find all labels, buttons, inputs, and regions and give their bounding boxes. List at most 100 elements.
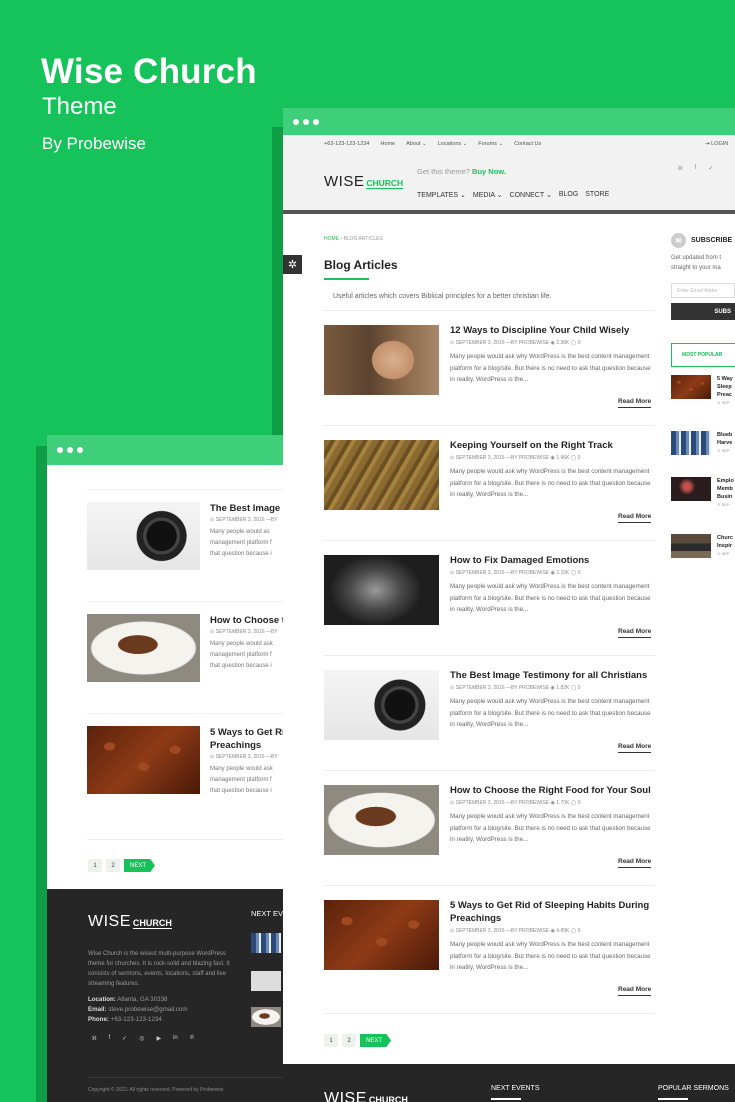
breadcrumb-home[interactable]: HOME — [324, 236, 339, 242]
popular-title-line[interactable]: Inspir — [717, 542, 733, 550]
post-title[interactable]: 12 Ways to Discipline Your Child Wisely — [450, 324, 655, 337]
facebook-icon[interactable]: f — [108, 1035, 110, 1042]
popular-item[interactable]: Emplo Memb Busin ⊙ SEP — [671, 477, 735, 509]
event-thumbnail[interactable] — [251, 1007, 281, 1027]
page-2-button[interactable]: 2 — [342, 1034, 356, 1047]
post-excerpt-line: that question because i — [210, 551, 272, 557]
popular-title-line[interactable]: Busin — [717, 493, 734, 501]
popular-thumbnail[interactable] — [671, 534, 711, 558]
post-thumbnail[interactable] — [324, 670, 439, 740]
popular-title-line[interactable]: Blueb — [717, 431, 732, 439]
topbar-link-forums[interactable]: Forums ⌄ — [478, 141, 503, 147]
event-thumbnail[interactable] — [251, 933, 281, 953]
logo-wise-text: WISE — [324, 173, 365, 190]
post-title[interactable]: 5 Ways to Get Rid of Sleeping Habits Dur… — [450, 899, 655, 925]
post-thumbnail[interactable] — [324, 900, 439, 970]
back-post-list: The Best Image T ⊙ SEPTEMBER 3, 2016 —BY… — [47, 465, 297, 889]
popular-title-line[interactable]: 5 Way — [717, 375, 733, 383]
post-meta: ⊙ SEPTEMBER 3, 2016 —BY PROBEWISE ◉ 2.30… — [450, 340, 581, 346]
popular-item[interactable]: 5 Way Sleep Preac ⊙ SEP — [671, 375, 735, 407]
read-more-link[interactable]: Read More — [618, 628, 652, 638]
event-thumbnail[interactable] — [251, 971, 281, 991]
next-page-button[interactable]: NEXT — [360, 1034, 392, 1047]
read-more-link[interactable]: Read More — [618, 398, 652, 408]
popular-title-line[interactable]: Churc — [717, 534, 733, 542]
nav-templates[interactable]: TEMPLATES ⌄ — [417, 191, 466, 199]
next-page-button[interactable]: NEXT — [124, 859, 156, 872]
read-more-link[interactable]: Read More — [618, 513, 652, 523]
post-title[interactable]: How to Fix Damaged Emotions — [450, 554, 655, 567]
youtube-icon[interactable]: ▶ — [156, 1035, 161, 1042]
page-1-button[interactable]: 1 — [324, 1034, 338, 1047]
page-description: Useful articles which covers Biblical pr… — [333, 293, 552, 300]
post-title[interactable]: How to Choose t — [210, 614, 285, 627]
email-link[interactable]: steve.probewise@gmail.com — [108, 1006, 187, 1013]
settings-gear-icon[interactable]: ✲ — [283, 255, 302, 274]
post-meta: ⊙ SEPTEMBER 3, 2016 —BY PROBEWISE ◉ 4.89… — [450, 928, 581, 934]
post-title[interactable]: Preachings — [210, 739, 285, 752]
facebook-icon[interactable]: f — [694, 165, 696, 172]
post-thumbnail[interactable] — [324, 785, 439, 855]
post-thumbnail[interactable] — [87, 502, 200, 570]
post-title[interactable]: The Best Image Testimony for all Christi… — [450, 669, 655, 682]
post-title[interactable]: The Best Image T — [210, 502, 289, 515]
back-post[interactable]: How to Choose t ⊙ SEPTEMBER 3, 2016 —BY … — [87, 614, 297, 682]
instagram-icon[interactable]: ◎ — [139, 1035, 144, 1042]
rss-icon[interactable]: ℵ — [678, 165, 682, 172]
read-more-link[interactable]: Read More — [618, 743, 652, 753]
twitter-icon[interactable]: ✓ — [708, 165, 713, 172]
page-1-button[interactable]: 1 — [88, 859, 102, 872]
window-dot-icon — [57, 447, 63, 453]
pinterest-icon[interactable]: ℗ — [190, 1035, 194, 1042]
pagination: 1 2 NEXT — [88, 859, 156, 872]
post-thumbnail[interactable] — [324, 555, 439, 625]
footer-social-icons: ℵ f ✓ ◎ ▶ in ℗ — [92, 1035, 194, 1042]
post-thumbnail[interactable] — [87, 614, 200, 682]
nav-blog[interactable]: BLOG — [559, 191, 578, 199]
nav-store[interactable]: STORE — [585, 191, 609, 199]
popular-thumbnail[interactable] — [671, 477, 711, 501]
post-title[interactable]: Keeping Yourself on the Right Track — [450, 439, 655, 452]
read-more-link[interactable]: Read More — [618, 858, 652, 868]
popular-item[interactable]: Churc Inspir ⊙ SEP — [671, 534, 735, 558]
popular-item[interactable]: Blueb Harve ⊙ SEP — [671, 431, 735, 455]
post-thumbnail[interactable] — [324, 440, 439, 510]
post-meta: ⊙ SEPTEMBER 3, 2016 —BY — [210, 517, 278, 523]
popular-title-line[interactable]: Sleep — [717, 383, 733, 391]
rss-icon[interactable]: ℵ — [92, 1035, 96, 1042]
footer-contact: Location: Atlanta, GA 30338 Email: steve… — [88, 995, 188, 1025]
nav-media[interactable]: MEDIA ⌄ — [473, 191, 503, 199]
topbar-link-locations[interactable]: Locations ⌄ — [438, 141, 468, 147]
post-excerpt-line: Many people would ask — [210, 641, 273, 647]
buy-now-link[interactable]: Buy Now. — [472, 167, 506, 176]
popular-title-line[interactable]: Preac — [717, 391, 733, 399]
nav-connect[interactable]: CONNECT ⌄ — [510, 191, 552, 199]
popular-title-line[interactable]: Emplo — [717, 477, 734, 485]
page-2-button[interactable]: 2 — [106, 859, 120, 872]
hero-byline: By Probewise — [42, 134, 146, 153]
popular-title-line[interactable]: Memb — [717, 485, 734, 493]
popular-thumbnail[interactable] — [671, 431, 711, 455]
window-dot-icon — [293, 118, 299, 125]
back-post[interactable]: The Best Image T ⊙ SEPTEMBER 3, 2016 —BY… — [87, 502, 297, 570]
back-post[interactable]: 5 Ways to Get Ri Preachings ⊙ SEPTEMBER … — [87, 726, 297, 797]
tab-most-popular[interactable]: MOST POPULAR — [671, 343, 735, 367]
topbar-link-home[interactable]: Home — [380, 141, 395, 147]
topbar-link-about[interactable]: About ⌄ — [406, 141, 427, 147]
popular-thumbnail[interactable] — [671, 375, 711, 399]
post-title[interactable]: How to Choose the Right Food for Your So… — [450, 784, 655, 797]
post-thumbnail[interactable] — [324, 325, 439, 395]
email-field[interactable]: Enter Email Addre — [671, 283, 735, 298]
topbar-link-contact[interactable]: Contact Us — [514, 141, 541, 147]
linkedin-icon[interactable]: in — [173, 1035, 178, 1042]
post-thumbnail[interactable] — [87, 726, 200, 794]
popular-title-line[interactable]: Harve — [717, 439, 732, 447]
subscribe-button[interactable]: SUBS — [671, 303, 735, 320]
post-title[interactable]: 5 Ways to Get Ri — [210, 726, 285, 739]
site-logo[interactable]: WISE CHURCH — [324, 173, 404, 191]
footer-logo[interactable]: WISE CHURCH — [324, 1090, 408, 1102]
footer-logo[interactable]: WISE CHURCH — [88, 913, 172, 931]
login-link[interactable]: ⇥ LOGIN — [705, 141, 728, 147]
twitter-icon[interactable]: ✓ — [122, 1035, 127, 1042]
read-more-link[interactable]: Read More — [618, 986, 652, 996]
